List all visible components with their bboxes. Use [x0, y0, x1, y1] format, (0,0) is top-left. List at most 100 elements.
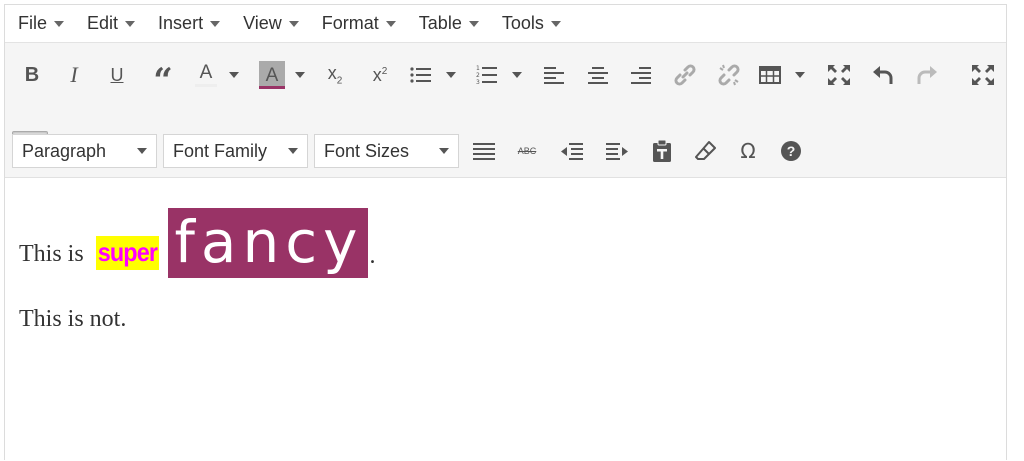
paragraph-1: This is super fancy.: [19, 202, 375, 278]
menu-insert[interactable]: Insert: [158, 13, 221, 34]
blockquote-icon: “: [153, 61, 173, 101]
highlighted-super-text: super: [95, 236, 159, 270]
svg-text:3: 3: [476, 79, 480, 85]
font-size-select-value: Font Sizes: [324, 140, 410, 161]
font-family-select[interactable]: Font Family: [163, 134, 308, 168]
paste-as-text-button[interactable]: [648, 134, 676, 168]
text-color-icon: A: [193, 63, 219, 87]
blockquote-button[interactable]: “: [148, 55, 178, 101]
menu-table-label: Table: [418, 13, 462, 33]
unlink-icon: [718, 64, 740, 86]
chevron-down-icon: [288, 20, 299, 27]
menubar: File Edit Insert View Format Table Tools: [5, 5, 1006, 43]
align-center-button[interactable]: [584, 55, 612, 95]
background-color-icon: A: [259, 61, 285, 89]
link-icon: [674, 64, 696, 86]
editor-content[interactable]: This is super fancy. This is not.: [5, 178, 1006, 461]
text-color-letter: A: [199, 62, 213, 83]
indent-button[interactable]: [603, 134, 631, 168]
background-color-swatch: [259, 86, 285, 89]
subscript-button[interactable]: x2: [321, 55, 349, 95]
chevron-down-icon: [439, 148, 449, 154]
chevron-down-icon: [385, 20, 396, 27]
help-icon-glyph: ?: [786, 143, 796, 159]
fullscreen-icon: [828, 65, 850, 85]
italic-button[interactable]: I: [61, 55, 87, 95]
unlink-button[interactable]: [715, 55, 743, 95]
menu-view-label: View: [243, 13, 282, 33]
format-select-value: Paragraph: [22, 140, 107, 161]
fullscreen-button[interactable]: [825, 55, 853, 95]
menu-format[interactable]: Format: [322, 13, 396, 34]
italic-icon: I: [70, 62, 78, 87]
underline-button[interactable]: U: [104, 55, 130, 95]
bold-icon: B: [24, 63, 40, 86]
indent-icon: [606, 143, 628, 160]
bold-button[interactable]: B: [19, 55, 45, 95]
outdent-button[interactable]: [558, 134, 586, 168]
eraser-icon: [695, 141, 716, 160]
table-icon: [759, 66, 781, 84]
font-size-select[interactable]: Font Sizes: [314, 134, 459, 168]
chevron-down-icon: [137, 148, 147, 154]
text-color-button[interactable]: A: [193, 55, 243, 95]
bullet-list-icon: [410, 67, 431, 83]
paragraph-1-suffix: .: [369, 243, 376, 269]
strikethrough-button[interactable]: ABC: [512, 134, 542, 168]
distraction-free-icon: [972, 65, 994, 85]
superscript-base: x: [372, 64, 382, 85]
superscript-icon: x2: [373, 65, 388, 86]
table-button[interactable]: [759, 55, 811, 95]
toolbar-row-2: Paragraph Font Family Font Sizes ABC Ω ?: [5, 134, 1006, 170]
undo-icon: [873, 66, 893, 84]
distraction-free-button[interactable]: [969, 55, 997, 95]
align-right-icon: [631, 67, 651, 84]
menu-file-label: File: [18, 13, 48, 33]
menu-format-label: Format: [321, 13, 379, 33]
menu-edit[interactable]: Edit: [87, 13, 136, 34]
subscript-base: x: [327, 63, 337, 84]
chevron-down-icon: [795, 72, 805, 78]
align-right-button[interactable]: [627, 55, 655, 95]
chevron-down-icon: [512, 72, 522, 78]
align-center-icon: [588, 67, 608, 84]
background-color-button[interactable]: A: [259, 55, 309, 95]
superscript-button[interactable]: x2: [366, 55, 394, 95]
align-justify-icon: [473, 143, 495, 160]
chevron-down-icon: [446, 72, 456, 78]
clear-formatting-button[interactable]: [692, 134, 720, 168]
chevron-down-icon: [288, 148, 298, 154]
special-character-button[interactable]: Ω: [734, 134, 762, 168]
menu-view[interactable]: View: [243, 13, 299, 34]
justify-button[interactable]: [470, 134, 498, 168]
omega-icon: Ω: [740, 139, 756, 163]
link-button[interactable]: [671, 55, 699, 95]
numbered-list-icon: 1 2 3: [476, 65, 497, 85]
rich-text-editor: File Edit Insert View Format Table Tools…: [4, 4, 1007, 461]
numbered-list-button[interactable]: 1 2 3: [476, 55, 526, 95]
help-icon: ?: [781, 141, 801, 161]
menu-tools-label: Tools: [501, 13, 544, 33]
bullet-list-button[interactable]: [410, 55, 460, 95]
strikethrough-icon: ABC: [517, 146, 537, 156]
menu-table[interactable]: Table: [419, 13, 479, 34]
chevron-down-icon: [468, 20, 479, 27]
menu-tools[interactable]: Tools: [502, 13, 561, 34]
subscript-icon: x2: [328, 63, 343, 87]
help-button[interactable]: ?: [777, 134, 805, 168]
outdent-icon: [561, 143, 583, 160]
chevron-down-icon: [229, 72, 239, 78]
align-left-button[interactable]: [540, 55, 568, 95]
menu-insert-label: Insert: [158, 13, 204, 33]
format-select[interactable]: Paragraph: [12, 134, 157, 168]
undo-button[interactable]: [869, 55, 897, 95]
chevron-down-icon: [210, 20, 221, 27]
chevron-down-icon: [125, 20, 136, 27]
background-color-letter: A: [265, 65, 279, 86]
chevron-down-icon: [54, 20, 65, 27]
redo-button[interactable]: [913, 55, 941, 95]
menu-file[interactable]: File: [18, 13, 65, 34]
highlighted-fancy-text: fancy: [167, 208, 369, 278]
svg-text:1: 1: [476, 65, 480, 72]
paragraph-1-prefix: This is: [19, 241, 90, 267]
